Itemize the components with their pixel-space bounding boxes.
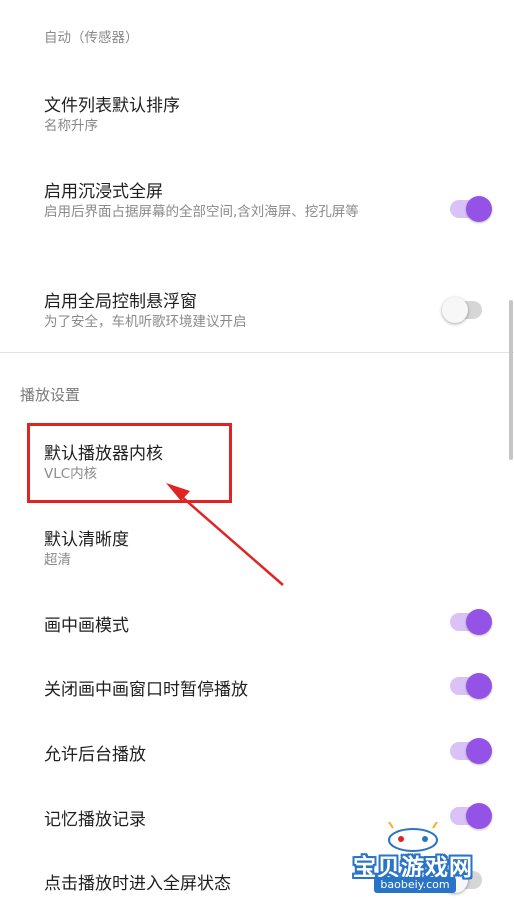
immersive-toggle[interactable]: [446, 192, 492, 226]
background-play-row[interactable]: 允许后台播放: [0, 729, 514, 775]
annotation-highlight-box: [27, 423, 232, 503]
default-quality-row[interactable]: 默认清晰度 超清: [0, 514, 514, 586]
pip-mode-title: 画中画模式: [44, 616, 129, 636]
section-header-playback: 播放设置: [20, 386, 81, 404]
global-float-row[interactable]: 启用全局控制悬浮窗 为了安全，车机听歌环境建议开启: [0, 276, 514, 342]
pause-on-pip-close-toggle[interactable]: [446, 669, 492, 703]
watermark-url: baobeiy.com: [374, 877, 456, 893]
pause-on-pip-close-title: 关闭画中画窗口时暂停播放: [44, 680, 248, 700]
file-sort-title: 文件列表默认排序: [44, 96, 180, 116]
global-float-toggle[interactable]: [442, 293, 488, 327]
background-play-title: 允许后台播放: [44, 745, 146, 765]
default-quality-value: 超清: [44, 552, 71, 568]
global-float-title: 启用全局控制悬浮窗: [44, 292, 197, 312]
pip-mode-toggle[interactable]: [446, 605, 492, 639]
pause-on-pip-close-row[interactable]: 关闭画中画窗口时暂停播放: [0, 664, 514, 710]
section-divider: [0, 352, 514, 353]
file-sort-row[interactable]: 文件列表默认排序 名称升序: [0, 80, 514, 152]
pip-mode-row[interactable]: 画中画模式: [0, 600, 514, 646]
immersive-title: 启用沉浸式全屏: [44, 182, 163, 202]
immersive-row[interactable]: 启用沉浸式全屏 启用后界面占据屏幕的全部空间,含刘海屏、挖孔屏等: [0, 166, 514, 252]
scrollbar[interactable]: [509, 300, 513, 460]
fullscreen-on-play-title: 点击播放时进入全屏状态: [44, 874, 231, 894]
background-play-toggle[interactable]: [446, 734, 492, 768]
remember-progress-title: 记忆播放记录: [44, 810, 146, 830]
watermark-logo: 宝贝游戏网 baobeiy.com: [338, 822, 488, 894]
default-quality-title: 默认清晰度: [44, 530, 129, 550]
orientation-value: 自动（传感器）: [44, 30, 139, 46]
immersive-desc: 启用后界面占据屏幕的全部空间,含刘海屏、挖孔屏等: [44, 204, 359, 220]
file-sort-value: 名称升序: [44, 118, 98, 134]
global-float-desc: 为了安全，车机听歌环境建议开启: [44, 314, 247, 330]
